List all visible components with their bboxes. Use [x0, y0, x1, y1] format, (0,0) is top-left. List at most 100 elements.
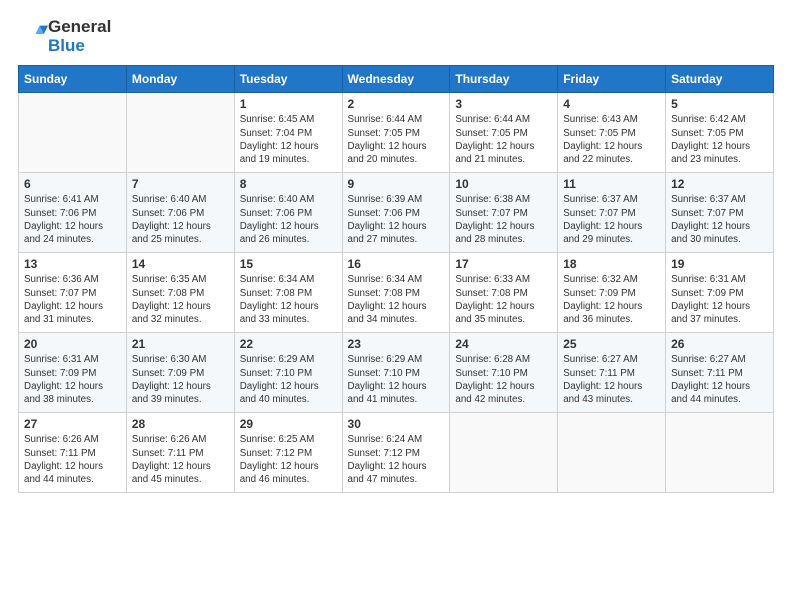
day-number: 5 — [671, 97, 768, 111]
calendar-cell: 26Sunrise: 6:27 AM Sunset: 7:11 PM Dayli… — [666, 333, 774, 413]
day-info: Sunrise: 6:44 AM Sunset: 7:05 PM Dayligh… — [455, 113, 552, 166]
day-number: 28 — [132, 417, 229, 431]
day-number: 25 — [563, 337, 660, 351]
day-number: 21 — [132, 337, 229, 351]
calendar-cell: 16 Sunrise: 6:34 AM Sunset: 7:08 PM Dayli… — [342, 253, 450, 333]
logo: General Blue — [18, 18, 111, 55]
calendar-cell: 2 Sunrise: 6:44 AM Sunset: 7:05 PM Daylig… — [342, 93, 450, 173]
day-number: 18 — [563, 257, 660, 271]
calendar-cell: 3 Sunrise: 6:44 AM Sunset: 7:05 PM Daylig… — [450, 93, 558, 173]
calendar-cell: 9 Sunrise: 6:39 AM Sunset: 7:06 PM Daylig… — [342, 173, 450, 253]
calendar-cell: 10 Sunrise: 6:38 AM Sunset: 7:07 PM Dayli… — [450, 173, 558, 253]
day-number: 6 — [24, 177, 121, 191]
day-number: 17 — [455, 257, 552, 271]
header: General Blue — [18, 18, 774, 55]
logo-line1: General — [48, 18, 111, 37]
calendar-cell: 20 Sunrise: 6:31 AM Sunset: 7:09 PM Dayli… — [19, 333, 127, 413]
day-info: Sunrise: 6:41 AM Sunset: 7:06 PM Dayligh… — [24, 193, 121, 246]
day-info: Sunrise: 6:40 AM Sunset: 7:06 PM Dayligh… — [240, 193, 337, 246]
calendar-cell — [666, 413, 774, 493]
page: General Blue SundayMondayTuesdayWednesda… — [0, 0, 792, 612]
calendar-cell: 27 Sunrise: 6:26 AM Sunset: 7:11 PM Dayli… — [19, 413, 127, 493]
day-number: 15 — [240, 257, 337, 271]
day-number: 14 — [132, 257, 229, 271]
day-number: 26 — [671, 337, 768, 351]
day-number: 12 — [671, 177, 768, 191]
day-info: Sunrise: 6:31 AM Sunset: 7:09 PM Dayligh… — [671, 273, 768, 326]
calendar-week-row: 13 Sunrise: 6:36 AM Sunset: 7:07 PM Dayli… — [19, 253, 774, 333]
calendar-cell: 11 Sunrise: 6:37 AM Sunset: 7:07 PM Dayli… — [558, 173, 666, 253]
day-number: 2 — [348, 97, 445, 111]
logo-line2: Blue — [48, 37, 111, 56]
calendar-cell: 24Sunrise: 6:28 AM Sunset: 7:10 PM Dayli… — [450, 333, 558, 413]
day-number: 30 — [348, 417, 445, 431]
day-info: Sunrise: 6:42 AM Sunset: 7:05 PM Dayligh… — [671, 113, 768, 166]
day-info: Sunrise: 6:38 AM Sunset: 7:07 PM Dayligh… — [455, 193, 552, 246]
weekday-header-cell: Friday — [558, 66, 666, 93]
day-number: 16 — [348, 257, 445, 271]
day-number: 1 — [240, 97, 337, 111]
day-number: 20 — [24, 337, 121, 351]
day-info: Sunrise: 6:44 AM Sunset: 7:05 PM Dayligh… — [348, 113, 445, 166]
weekday-header-cell: Saturday — [666, 66, 774, 93]
calendar-cell: 23 Sunrise: 6:29 AM Sunset: 7:10 PM Dayli… — [342, 333, 450, 413]
day-info: Sunrise: 6:25 AM Sunset: 7:12 PM Dayligh… — [240, 433, 337, 486]
day-info: Sunrise: 6:24 AM Sunset: 7:12 PM Dayligh… — [348, 433, 445, 486]
day-number: 4 — [563, 97, 660, 111]
day-number: 7 — [132, 177, 229, 191]
day-info: Sunrise: 6:26 AM Sunset: 7:11 PM Dayligh… — [24, 433, 121, 486]
day-number: 29 — [240, 417, 337, 431]
day-info: Sunrise: 6:32 AM Sunset: 7:09 PM Dayligh… — [563, 273, 660, 326]
day-number: 13 — [24, 257, 121, 271]
day-info: Sunrise: 6:37 AM Sunset: 7:07 PM Dayligh… — [671, 193, 768, 246]
calendar-cell: 1 Sunrise: 6:45 AM Sunset: 7:04 PM Daylig… — [234, 93, 342, 173]
day-info: Sunrise: 6:34 AM Sunset: 7:08 PM Dayligh… — [240, 273, 337, 326]
calendar-cell: 7Sunrise: 6:40 AM Sunset: 7:06 PM Daylig… — [126, 173, 234, 253]
weekday-header-cell: Monday — [126, 66, 234, 93]
day-info: Sunrise: 6:28 AM Sunset: 7:10 PM Dayligh… — [455, 353, 552, 406]
day-info: Sunrise: 6:29 AM Sunset: 7:10 PM Dayligh… — [348, 353, 445, 406]
calendar-cell: 4 Sunrise: 6:43 AM Sunset: 7:05 PM Daylig… — [558, 93, 666, 173]
day-info: Sunrise: 6:33 AM Sunset: 7:08 PM Dayligh… — [455, 273, 552, 326]
calendar-table: SundayMondayTuesdayWednesdayThursdayFrid… — [18, 65, 774, 493]
day-info: Sunrise: 6:30 AM Sunset: 7:09 PM Dayligh… — [132, 353, 229, 406]
calendar-cell: 5 Sunrise: 6:42 AM Sunset: 7:05 PM Daylig… — [666, 93, 774, 173]
day-number: 3 — [455, 97, 552, 111]
calendar-cell: 14 Sunrise: 6:35 AM Sunset: 7:08 PM Dayli… — [126, 253, 234, 333]
day-number: 9 — [348, 177, 445, 191]
day-info: Sunrise: 6:39 AM Sunset: 7:06 PM Dayligh… — [348, 193, 445, 246]
calendar-cell: 6 Sunrise: 6:41 AM Sunset: 7:06 PM Daylig… — [19, 173, 127, 253]
day-info: Sunrise: 6:26 AM Sunset: 7:11 PM Dayligh… — [132, 433, 229, 486]
day-info: Sunrise: 6:37 AM Sunset: 7:07 PM Dayligh… — [563, 193, 660, 246]
calendar-week-row: 6 Sunrise: 6:41 AM Sunset: 7:06 PM Daylig… — [19, 173, 774, 253]
day-number: 10 — [455, 177, 552, 191]
day-info: Sunrise: 6:34 AM Sunset: 7:08 PM Dayligh… — [348, 273, 445, 326]
weekday-header-cell: Wednesday — [342, 66, 450, 93]
calendar-cell: 13 Sunrise: 6:36 AM Sunset: 7:07 PM Dayli… — [19, 253, 127, 333]
day-number: 23 — [348, 337, 445, 351]
calendar-week-row: 20 Sunrise: 6:31 AM Sunset: 7:09 PM Dayli… — [19, 333, 774, 413]
calendar-cell: 12 Sunrise: 6:37 AM Sunset: 7:07 PM Dayli… — [666, 173, 774, 253]
calendar-cell — [450, 413, 558, 493]
day-info: Sunrise: 6:29 AM Sunset: 7:10 PM Dayligh… — [240, 353, 337, 406]
day-info: Sunrise: 6:45 AM Sunset: 7:04 PM Dayligh… — [240, 113, 337, 166]
calendar-body: 1 Sunrise: 6:45 AM Sunset: 7:04 PM Daylig… — [19, 93, 774, 493]
calendar-week-row: 27 Sunrise: 6:26 AM Sunset: 7:11 PM Dayli… — [19, 413, 774, 493]
day-info: Sunrise: 6:36 AM Sunset: 7:07 PM Dayligh… — [24, 273, 121, 326]
calendar-cell: 15 Sunrise: 6:34 AM Sunset: 7:08 PM Dayli… — [234, 253, 342, 333]
logo-icon — [20, 20, 48, 48]
day-info: Sunrise: 6:27 AM Sunset: 7:11 PM Dayligh… — [563, 353, 660, 406]
weekday-header-row: SundayMondayTuesdayWednesdayThursdayFrid… — [19, 66, 774, 93]
calendar-cell — [126, 93, 234, 173]
calendar-cell: 30 Sunrise: 6:24 AM Sunset: 7:12 PM Dayli… — [342, 413, 450, 493]
day-number: 27 — [24, 417, 121, 431]
weekday-header-cell: Tuesday — [234, 66, 342, 93]
day-info: Sunrise: 6:35 AM Sunset: 7:08 PM Dayligh… — [132, 273, 229, 326]
day-number: 11 — [563, 177, 660, 191]
day-info: Sunrise: 6:43 AM Sunset: 7:05 PM Dayligh… — [563, 113, 660, 166]
day-info: Sunrise: 6:31 AM Sunset: 7:09 PM Dayligh… — [24, 353, 121, 406]
calendar-cell: 8Sunrise: 6:40 AM Sunset: 7:06 PM Daylig… — [234, 173, 342, 253]
day-number: 22 — [240, 337, 337, 351]
weekday-header-cell: Sunday — [19, 66, 127, 93]
calendar-week-row: 1 Sunrise: 6:45 AM Sunset: 7:04 PM Daylig… — [19, 93, 774, 173]
